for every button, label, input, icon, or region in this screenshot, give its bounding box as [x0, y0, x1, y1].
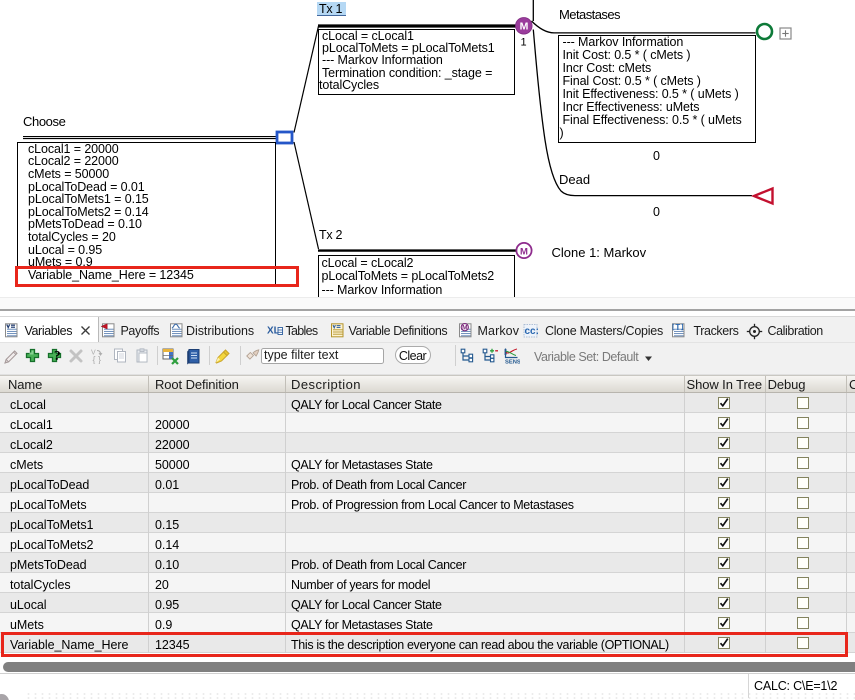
- svg-text:1: 1: [520, 37, 526, 49]
- svg-text:{ }: { }: [92, 354, 101, 364]
- svg-text:M: M: [462, 324, 467, 331]
- svg-text:cc:: cc:: [525, 326, 539, 337]
- svg-text:?: ?: [53, 348, 60, 363]
- svg-text:SENS: SENS: [505, 359, 520, 364]
- svg-text:T: T: [675, 323, 680, 332]
- svg-text:M: M: [520, 246, 528, 257]
- svg-text:M: M: [520, 21, 529, 33]
